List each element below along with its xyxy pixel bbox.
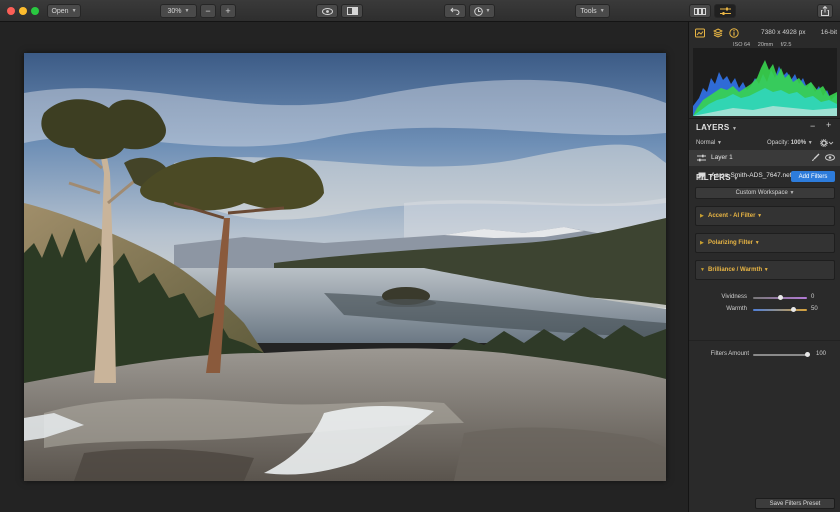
zoom-label: 30% bbox=[167, 7, 182, 15]
save-filters-preset-button[interactable]: Save Filters Preset bbox=[755, 498, 835, 509]
workspace-dropdown[interactable]: Custom Workspace ▼ bbox=[695, 187, 835, 199]
filters-amount-slider[interactable] bbox=[753, 354, 807, 356]
right-panel: 7380 x 4928 px 16-bit ISO 64 20mm f/2.5 … bbox=[688, 22, 840, 512]
warmth-slider-knob[interactable] bbox=[791, 307, 796, 312]
opacity-value: 100% bbox=[790, 140, 807, 146]
expand-triangle-icon: ▶ bbox=[700, 213, 704, 219]
opacity-control[interactable]: Opacity: 100% ▼ bbox=[767, 140, 813, 146]
zoom-out-button[interactable]: − bbox=[200, 4, 216, 18]
remove-layer-button[interactable]: − bbox=[810, 121, 815, 131]
tools-button[interactable]: Tools ▼ bbox=[575, 4, 610, 18]
layer-name: Layer 1 bbox=[711, 154, 733, 161]
gear-icon[interactable] bbox=[820, 139, 834, 147]
image-canvas[interactable] bbox=[0, 22, 688, 512]
expand-triangle-icon: ▶ bbox=[700, 240, 704, 246]
chevron-down-icon: ▼ bbox=[732, 126, 738, 132]
zoom-dropdown[interactable]: 30% ▼ bbox=[160, 4, 197, 18]
sliders-icon bbox=[697, 154, 706, 162]
divider bbox=[689, 118, 840, 119]
chevron-down-icon: ▼ bbox=[789, 190, 795, 196]
eye-icon bbox=[321, 7, 333, 15]
minimize-window-button[interactable] bbox=[19, 7, 27, 15]
share-button[interactable] bbox=[817, 4, 833, 18]
filters-amount-label: Filters Amount bbox=[710, 351, 749, 357]
zoom-in-button[interactable]: + bbox=[220, 4, 236, 18]
filter-brilliance-warmth[interactable]: ▼ Brilliance / Warmth ▼ bbox=[695, 260, 835, 280]
histogram bbox=[693, 48, 837, 116]
blend-mode-dropdown[interactable]: Normal ▼ bbox=[696, 140, 722, 146]
chevron-down-icon: ▼ bbox=[733, 176, 739, 182]
workspace-label: Custom Workspace bbox=[735, 190, 788, 196]
filters-header[interactable]: FILTERS ▼ bbox=[696, 173, 739, 182]
opacity-label: Opacity: bbox=[767, 140, 790, 146]
preview-button[interactable] bbox=[316, 4, 338, 18]
layers-title: LAYERS bbox=[696, 123, 730, 132]
brush-icon[interactable] bbox=[811, 153, 820, 162]
share-icon bbox=[821, 6, 829, 16]
vividness-slider-knob[interactable] bbox=[777, 295, 783, 300]
open-button[interactable]: Open ▼ bbox=[47, 4, 81, 18]
filters-title: FILTERS bbox=[696, 173, 731, 182]
filter-polarizing[interactable]: ▶ Polarizing Filter ▼ bbox=[695, 233, 835, 253]
sliders-icon bbox=[719, 7, 731, 15]
filter-name: Brilliance / Warmth ▼ bbox=[708, 267, 769, 273]
browse-button[interactable] bbox=[689, 4, 711, 18]
landscape-photo-image bbox=[24, 53, 666, 481]
image-info-icon[interactable] bbox=[695, 28, 705, 38]
add-layer-button[interactable]: + bbox=[826, 120, 831, 130]
blend-mode-value: Normal bbox=[696, 140, 716, 146]
warmth-slider[interactable] bbox=[753, 309, 807, 311]
add-filters-button[interactable]: Add Filters bbox=[791, 171, 835, 182]
warmth-label: Warmth bbox=[726, 306, 747, 312]
split-view-icon bbox=[346, 7, 358, 15]
image-info-row: 7380 x 4928 px 16-bit bbox=[689, 28, 840, 40]
chevron-down-icon: ▼ bbox=[807, 140, 813, 146]
open-label: Open bbox=[51, 7, 69, 15]
filter-name: Accent - AI Filter ▼ bbox=[708, 213, 763, 219]
chevron-down-icon: ▼ bbox=[184, 8, 190, 14]
filters-amount-value: 100 bbox=[816, 351, 827, 357]
chevron-down-icon: ▼ bbox=[763, 267, 769, 273]
zoom-window-button[interactable] bbox=[31, 7, 39, 15]
vividness-label: Vividness bbox=[721, 294, 747, 300]
collapse-triangle-icon: ▼ bbox=[700, 267, 705, 273]
filmstrip-icon bbox=[694, 7, 706, 15]
filter-name: Polarizing Filter ▼ bbox=[708, 240, 760, 246]
image-dimensions: 7380 x 4928 px bbox=[761, 29, 806, 36]
layers-header[interactable]: LAYERS ▼ bbox=[696, 123, 737, 132]
tools-label: Tools bbox=[580, 7, 597, 15]
vividness-value: 0 bbox=[811, 294, 815, 300]
undo-icon bbox=[450, 7, 460, 15]
clock-icon bbox=[473, 6, 483, 16]
top-toolbar: Open ▼ 30% ▼ − + ▼ Tools ▼ bbox=[0, 0, 840, 22]
photo-preview[interactable] bbox=[24, 53, 666, 481]
chevron-down-icon: ▼ bbox=[599, 8, 605, 14]
info-icon[interactable] bbox=[729, 28, 739, 38]
edit-sliders-button[interactable] bbox=[714, 4, 736, 18]
compare-button[interactable] bbox=[341, 4, 363, 18]
chevron-down-icon: ▼ bbox=[71, 8, 77, 14]
chevron-down-icon: ▼ bbox=[717, 140, 722, 146]
filter-accent-ai[interactable]: ▶ Accent - AI Filter ▼ bbox=[695, 206, 835, 226]
filters-amount-slider-knob[interactable] bbox=[804, 352, 810, 357]
chevron-down-icon: ▼ bbox=[757, 213, 763, 219]
minus-icon: − bbox=[205, 6, 211, 16]
undo-button[interactable] bbox=[444, 4, 466, 18]
chevron-down-icon: ▼ bbox=[485, 8, 491, 14]
layer-row[interactable]: Layer 1 bbox=[689, 150, 840, 166]
warmth-value: 50 bbox=[811, 306, 818, 312]
bit-depth: 16-bit bbox=[820, 29, 837, 36]
eye-icon[interactable] bbox=[825, 154, 835, 161]
close-window-button[interactable] bbox=[7, 7, 15, 15]
plus-icon: + bbox=[225, 6, 231, 16]
divider bbox=[689, 340, 840, 341]
chevron-down-icon: ▼ bbox=[754, 240, 760, 246]
history-dropdown[interactable]: ▼ bbox=[469, 4, 495, 18]
layers-stack-icon[interactable] bbox=[713, 28, 723, 38]
